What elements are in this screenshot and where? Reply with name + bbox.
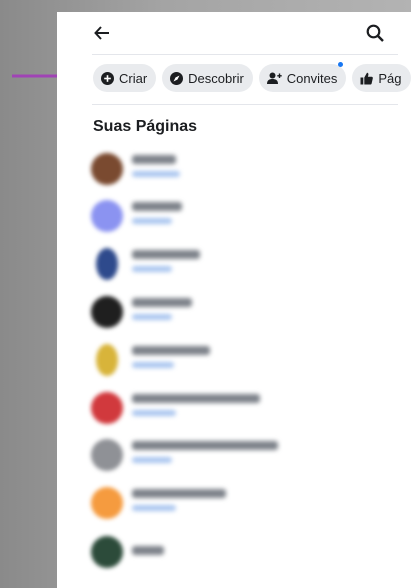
- page-item[interactable]: [91, 246, 391, 282]
- page-item[interactable]: [91, 390, 391, 426]
- discover-chip-label: Descobrir: [188, 70, 244, 86]
- page-item[interactable]: [91, 485, 391, 521]
- page-name-redacted: [132, 546, 164, 555]
- page-meta-redacted: [132, 171, 180, 177]
- page-name-redacted: [132, 489, 226, 498]
- invites-chip-label: Convites: [286, 70, 338, 86]
- compass-icon: [170, 71, 184, 85]
- pages-panel: Criar Descobrir Convites Pág Suas Página…: [57, 12, 411, 588]
- page-avatar: [91, 536, 123, 568]
- page-meta-redacted: [132, 505, 176, 511]
- top-bar: [57, 12, 411, 54]
- page-name-redacted: [132, 250, 200, 259]
- liked-pages-chip-label: Pág: [378, 70, 402, 86]
- page-avatar: [91, 296, 123, 328]
- plus-circle-icon: [101, 71, 114, 85]
- page-name-redacted: [132, 298, 192, 307]
- page-meta-redacted: [132, 362, 174, 368]
- page-meta-redacted: [132, 410, 176, 416]
- arrow-left-icon[interactable]: [93, 24, 111, 42]
- page-meta-redacted: [132, 314, 172, 320]
- chips-divider: [92, 104, 398, 105]
- page-name-redacted: [132, 441, 278, 450]
- page-item[interactable]: [91, 437, 391, 473]
- create-chip-label: Criar: [119, 70, 148, 86]
- liked-pages-chip[interactable]: Pág: [352, 64, 411, 92]
- discover-chip[interactable]: Descobrir: [162, 64, 253, 92]
- page-name-redacted: [132, 346, 210, 355]
- page-avatar: [91, 392, 123, 424]
- notification-dot: [338, 62, 344, 67]
- page-name-redacted: [132, 202, 182, 211]
- page-name-redacted: [132, 155, 176, 164]
- page-avatar: [91, 200, 123, 232]
- section-title: Suas Páginas: [93, 118, 198, 135]
- page-meta-redacted: [132, 266, 172, 272]
- chip-row: Criar Descobrir Convites Pág: [93, 62, 411, 94]
- page-avatar: [96, 344, 118, 376]
- search-icon[interactable]: [365, 23, 385, 43]
- page-item[interactable]: [91, 294, 391, 330]
- page-avatar: [91, 487, 123, 519]
- page-meta-redacted: [132, 457, 172, 463]
- page-item[interactable]: [91, 151, 391, 187]
- page-name-redacted: [132, 394, 260, 403]
- page-item[interactable]: [91, 198, 391, 234]
- invites-chip[interactable]: Convites: [258, 62, 347, 92]
- page-item[interactable]: [91, 342, 391, 378]
- page-item[interactable]: [91, 534, 391, 570]
- page-avatar: [91, 439, 123, 471]
- page-meta-redacted: [132, 218, 172, 224]
- add-person-icon: [266, 72, 282, 84]
- create-chip[interactable]: Criar: [93, 64, 157, 92]
- page-avatar: [91, 153, 123, 185]
- page-avatar: [96, 248, 118, 280]
- thumbs-up-icon: [360, 72, 374, 84]
- header-divider: [92, 54, 398, 55]
